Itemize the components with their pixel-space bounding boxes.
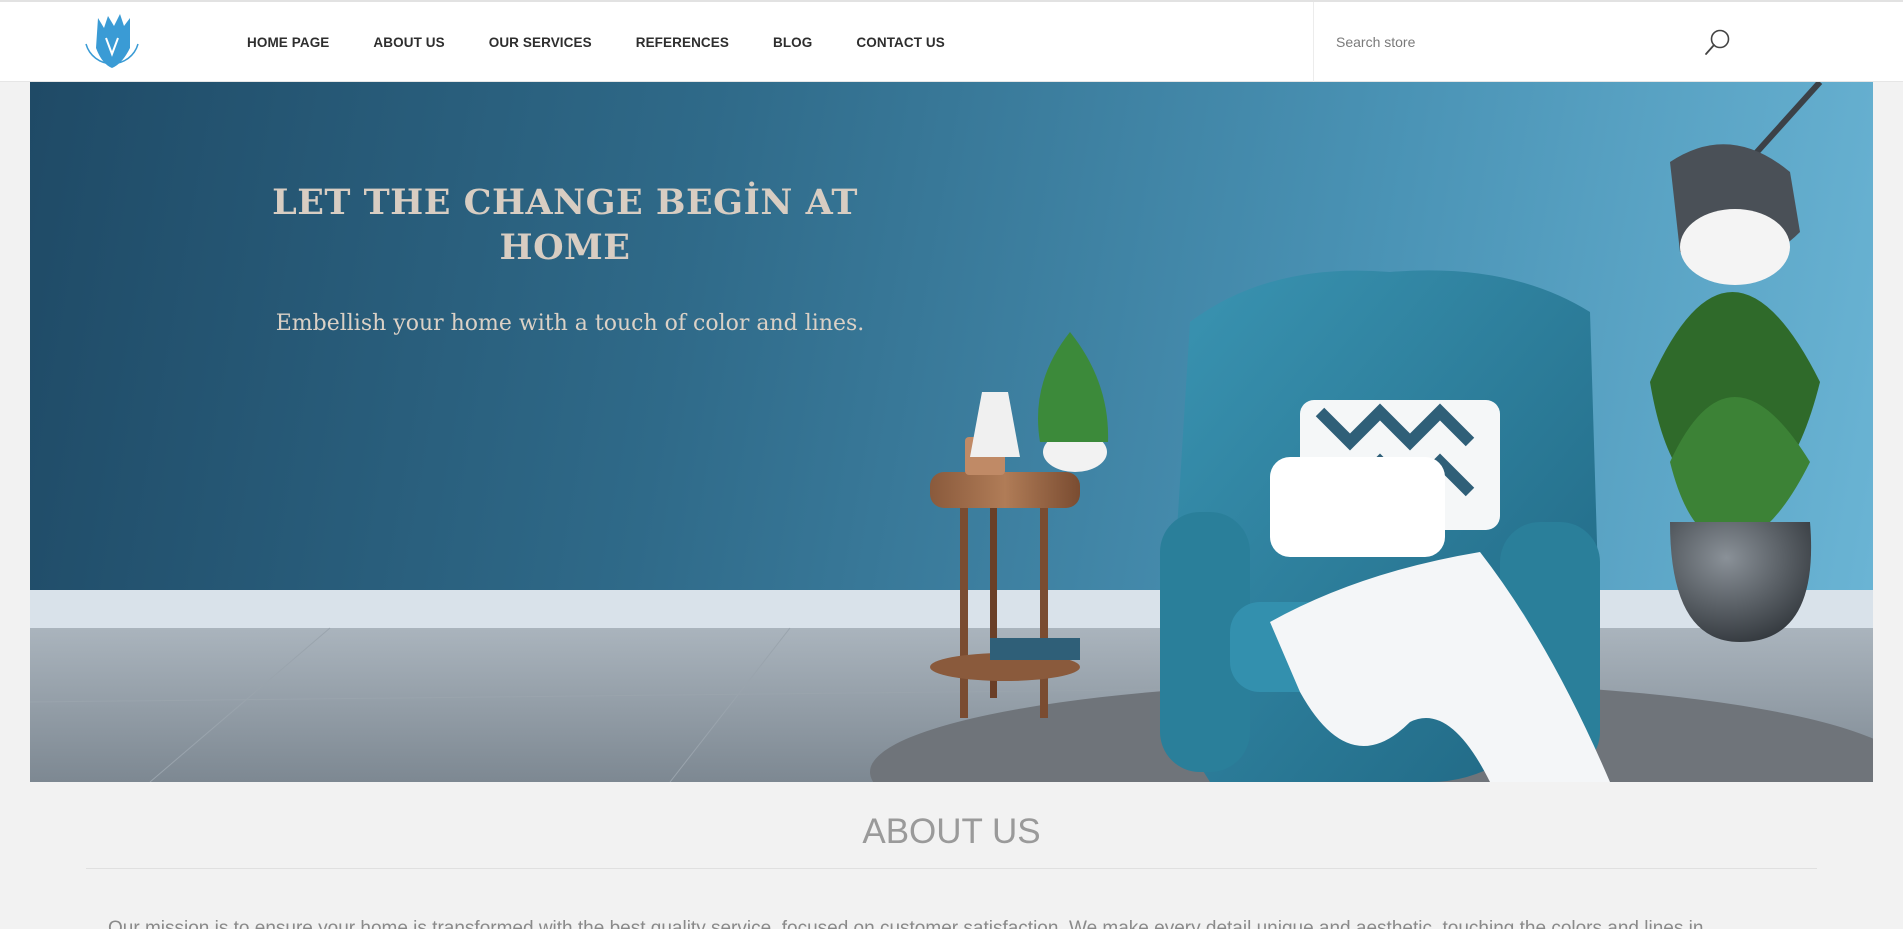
logo[interactable] (78, 8, 146, 78)
about-text: Our mission is to ensure your home is tr… (108, 918, 1704, 929)
site-header: HOME PAGE ABOUT US OUR SERVICES REFERENC… (0, 2, 1903, 82)
search-button[interactable] (1700, 26, 1734, 60)
hero-subtitle: Embellish your home with a touch of colo… (275, 311, 865, 336)
about-divider (86, 868, 1817, 869)
search-input[interactable] (1336, 28, 1666, 56)
nav-about-us[interactable]: ABOUT US (373, 35, 444, 50)
about-section-title: ABOUT US (862, 812, 1041, 851)
wolf-logo-icon (85, 14, 139, 68)
search-box (1313, 2, 1763, 82)
nav-contact-us[interactable]: CONTACT US (856, 35, 945, 50)
nav-references[interactable]: REFERENCES (636, 35, 729, 50)
hero-title: LET THE CHANGE BEGİN AT HOME (272, 182, 858, 268)
search-icon (1705, 29, 1730, 55)
nav-blog[interactable]: BLOG (773, 35, 812, 50)
hero-banner: LET THE CHANGE BEGİN AT HOME Embellish y… (30, 82, 1873, 782)
nav-home-page[interactable]: HOME PAGE (247, 35, 329, 50)
nav-our-services[interactable]: OUR SERVICES (489, 35, 592, 50)
main-nav: HOME PAGE ABOUT US OUR SERVICES REFERENC… (247, 2, 989, 82)
